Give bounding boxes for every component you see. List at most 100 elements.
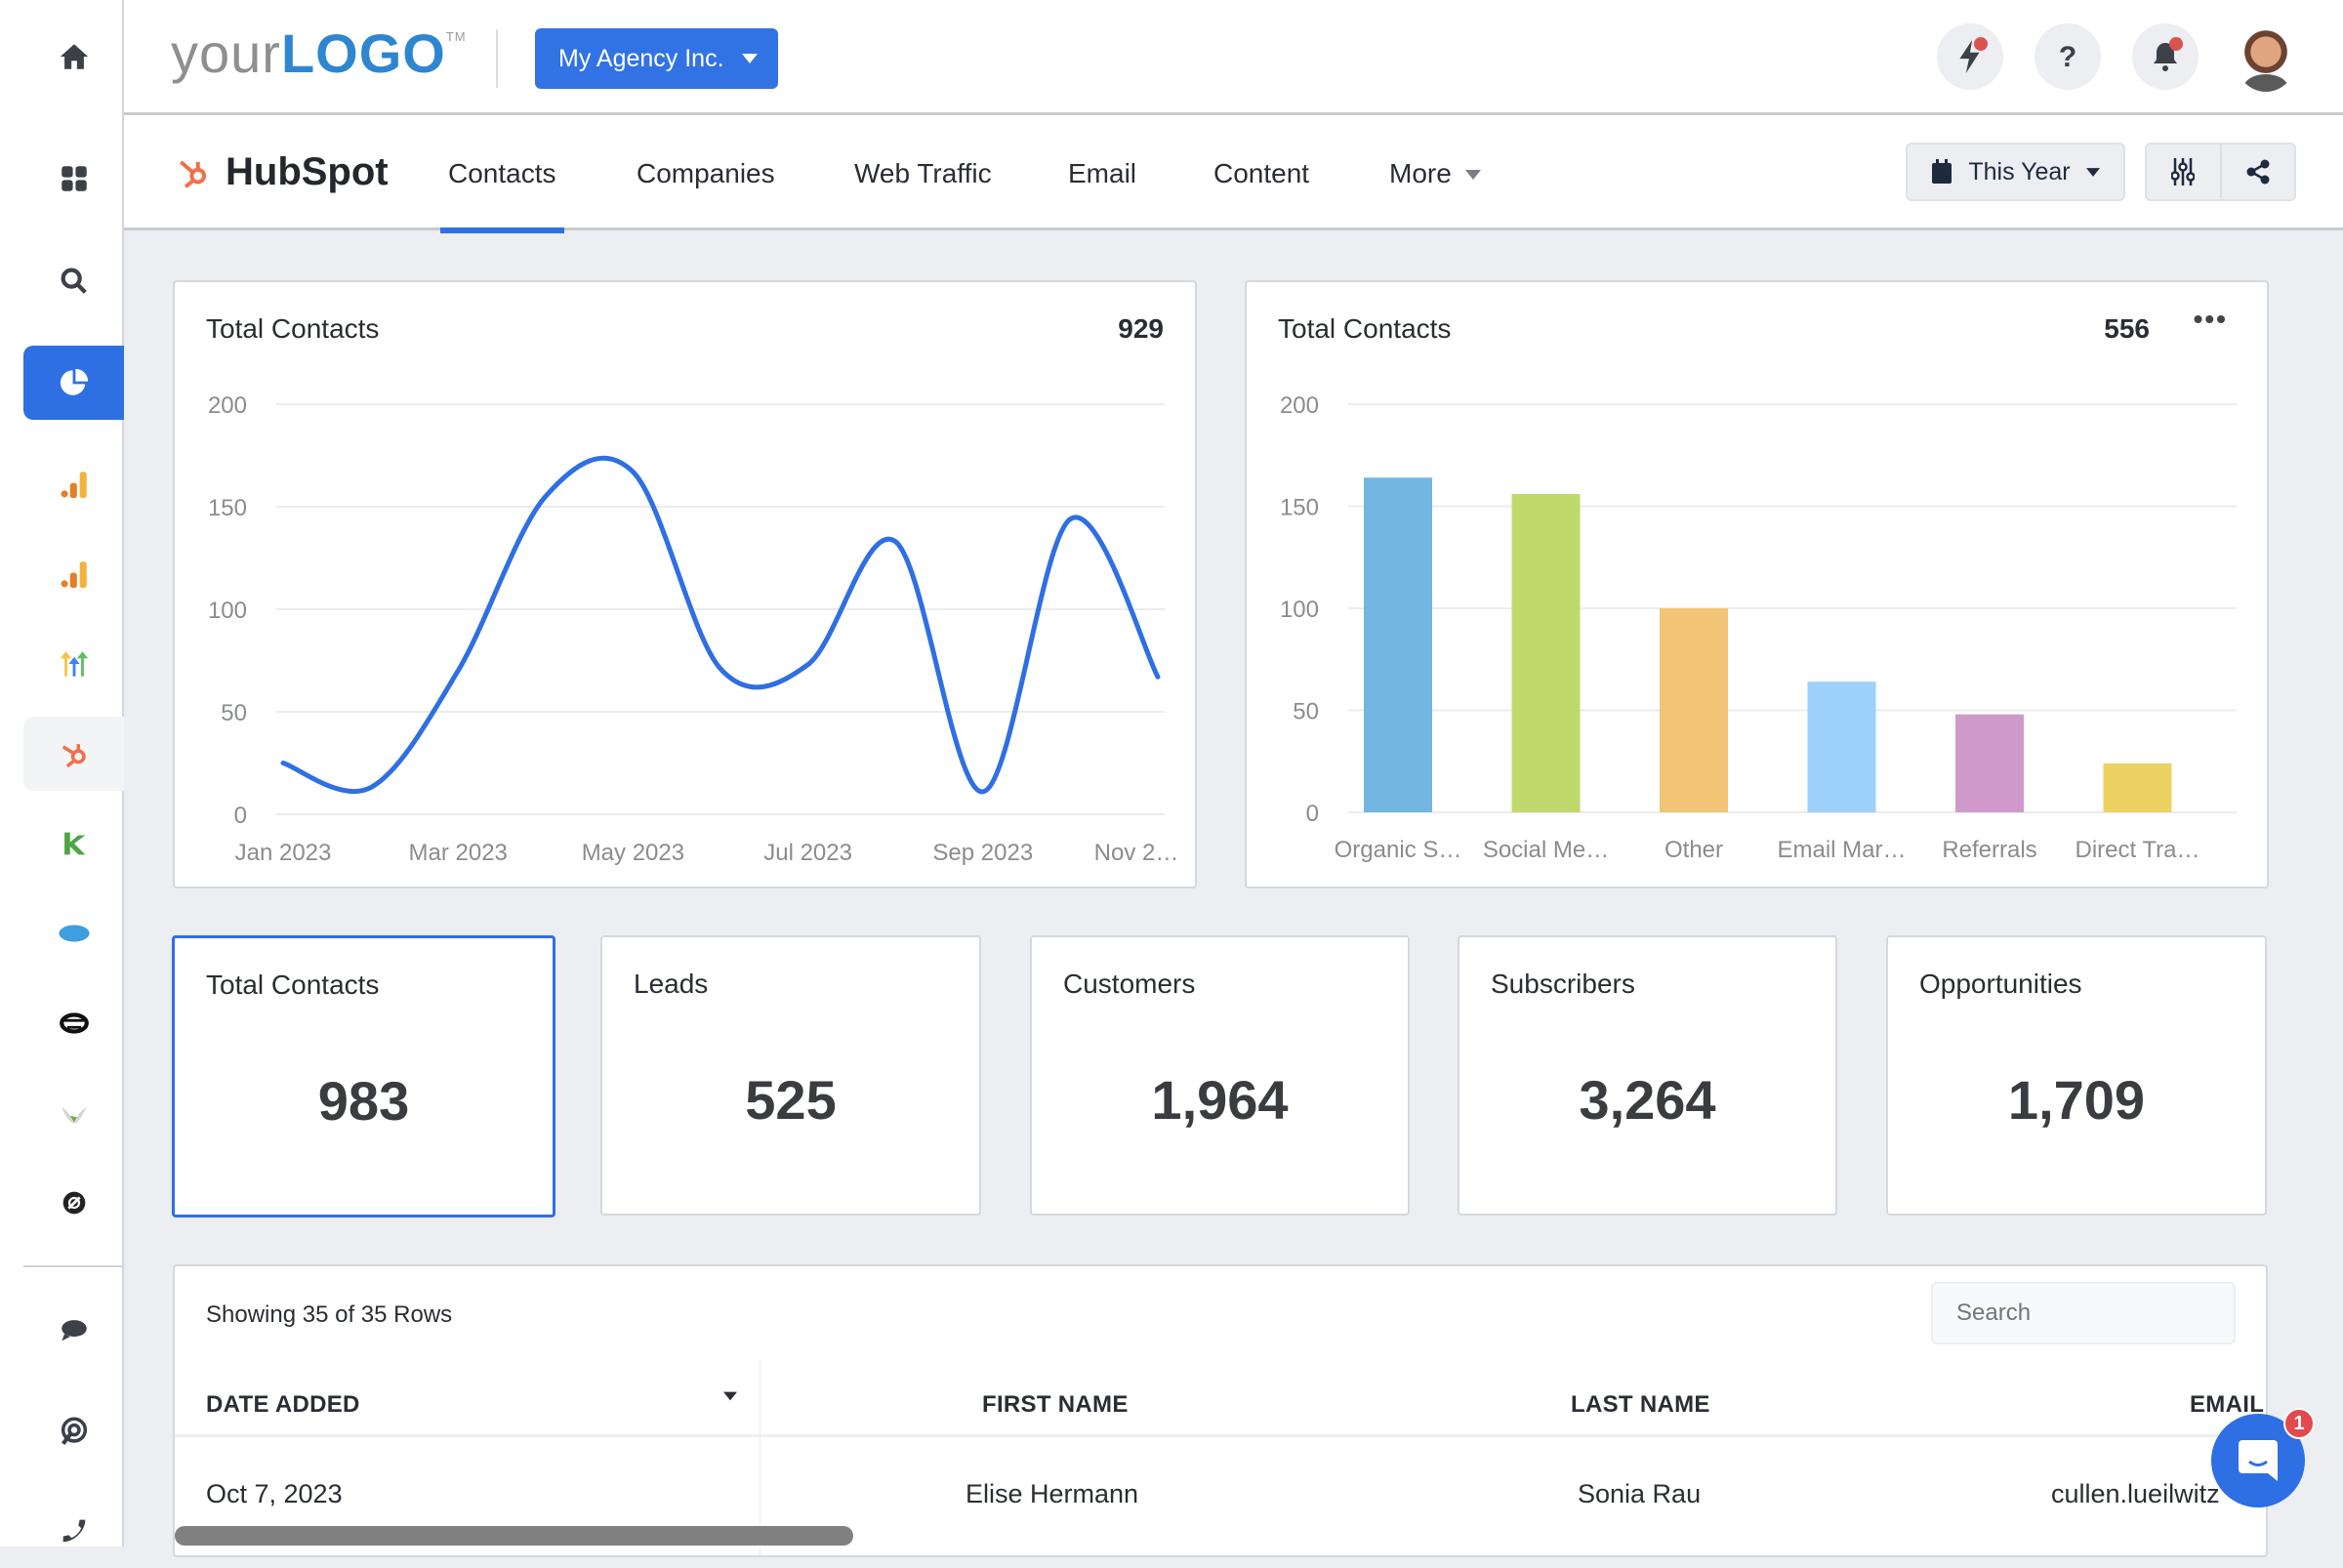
- column-header-first-name[interactable]: FIRST NAME: [982, 1391, 1129, 1419]
- logo: yourLOGOTM: [171, 22, 467, 84]
- chat-badge: 1: [2283, 1408, 2315, 1439]
- sort-desc-icon[interactable]: [723, 1391, 737, 1401]
- agency-select[interactable]: My Agency Inc.: [535, 28, 778, 89]
- y-tick-label: 200: [1280, 392, 1319, 419]
- logo-leaf-icon[interactable]: [23, 1076, 124, 1150]
- line-chart: 0 50 100 150 200 Jan 2023 Mar 2023 May 2023 Jul …: [208, 392, 1179, 866]
- x-tick-label: Sep 2023: [932, 840, 1033, 866]
- kpi-value: 1,709: [2007, 1069, 2146, 1131]
- sliders-icon: [2171, 158, 2196, 186]
- caret-down-icon: [2085, 167, 2100, 177]
- logo-tm: TM: [445, 29, 467, 44]
- x-tick-label: Social Me…: [1483, 837, 1609, 863]
- sidebar-divider: [23, 1265, 124, 1267]
- google-ads-icon[interactable]: [23, 627, 124, 701]
- y-tick-label: 0: [234, 803, 247, 829]
- column-header-date-added[interactable]: DATE ADDED: [206, 1391, 360, 1419]
- top-bar: yourLOGOTM My Agency Inc. ?: [124, 0, 2343, 115]
- horizontal-scrollbar[interactable]: [175, 1526, 853, 1546]
- logo-icon[interactable]: [23, 986, 124, 1060]
- chat-widget-button[interactable]: 1: [2211, 1408, 2315, 1507]
- klaviyo-icon[interactable]: [23, 806, 124, 881]
- google-analytics-4-icon[interactable]: [23, 537, 124, 611]
- notification-dot: [2169, 37, 2183, 51]
- agency-select-label: My Agency Inc.: [558, 44, 724, 72]
- tab-web-traffic[interactable]: Web Traffic: [854, 158, 992, 230]
- line-chart-card: Total Contacts 929 0 50 100 150 200 Jan 2023 M…: [173, 280, 1197, 888]
- tab-companies[interactable]: Companies: [637, 158, 775, 230]
- tab-email[interactable]: Email: [1068, 158, 1136, 230]
- tab-content[interactable]: Content: [1213, 158, 1309, 230]
- home-icon[interactable]: [23, 20, 124, 94]
- bar: [1511, 493, 1581, 812]
- share-button[interactable]: [2219, 144, 2295, 199]
- caret-down-icon: [1464, 170, 1481, 180]
- chart-controls: [2145, 143, 2296, 201]
- avatar[interactable]: [2236, 27, 2296, 92]
- circle-logo-icon[interactable]: [23, 1166, 124, 1240]
- y-tick-label: 0: [1306, 801, 1319, 827]
- tab-more-label: More: [1389, 158, 1452, 188]
- sidebar: [0, 0, 124, 1547]
- tab-contacts[interactable]: Contacts: [440, 158, 563, 233]
- help-button[interactable]: ?: [2035, 23, 2101, 90]
- bar: [1660, 608, 1728, 812]
- search-input[interactable]: [1931, 1282, 2236, 1344]
- x-tick-label: Jan 2023: [235, 840, 332, 866]
- notifications-button[interactable]: [2132, 23, 2199, 90]
- kpi-subscribers[interactable]: Subscribers 3,264: [1458, 935, 1837, 1216]
- row-count: Showing 35 of 35 Rows: [206, 1301, 453, 1328]
- kpi-label: Total Contacts: [206, 970, 380, 1000]
- x-tick-label: Email Mar…: [1777, 837, 1906, 863]
- kpi-leads[interactable]: Leads 525: [600, 935, 981, 1216]
- sub-nav: HubSpot Contacts Companies Web Traffic E…: [124, 115, 2343, 233]
- search-icon[interactable]: [23, 244, 124, 318]
- date-range-select[interactable]: This Year: [1906, 143, 2125, 201]
- kpi-label: Customers: [1063, 969, 1196, 999]
- brand-name: HubSpot: [226, 150, 389, 193]
- y-tick-label: 150: [208, 495, 247, 521]
- kpi-total-contacts[interactable]: Total Contacts 983: [172, 935, 555, 1217]
- kpi-value: 525: [745, 1069, 837, 1131]
- support-icon[interactable]: [23, 1394, 124, 1468]
- column-header-last-name[interactable]: LAST NAME: [1571, 1391, 1710, 1419]
- tab-more[interactable]: More: [1389, 158, 1481, 230]
- hubspot-icon: [180, 159, 207, 188]
- divider: [496, 29, 498, 88]
- x-tick-label: Direct Tra…: [2075, 837, 2199, 863]
- contacts-table: Showing 35 of 35 Rows DATE ADDED FIRST N…: [173, 1264, 2268, 1557]
- bar: [2103, 763, 2172, 812]
- kpi-value: 3,264: [1579, 1069, 1716, 1131]
- x-tick-label: Other: [1665, 837, 1723, 863]
- phone-icon[interactable]: [23, 1494, 124, 1568]
- x-tick-label: Nov 2…: [1094, 840, 1179, 866]
- series-line: [280, 455, 1161, 795]
- cell-email: cullen.lueilwitz: [2051, 1479, 2220, 1508]
- chat-widget-icon: [2239, 1440, 2278, 1481]
- kpi-customers[interactable]: Customers 1,964: [1030, 935, 1410, 1216]
- salesforce-icon[interactable]: [23, 896, 124, 970]
- kpi-value: 1,964: [1151, 1069, 1289, 1131]
- caret-down-icon: [741, 54, 758, 63]
- hubspot-brand: HubSpot: [175, 150, 389, 194]
- grid-icon[interactable]: [23, 142, 124, 216]
- chat-icon[interactable]: [23, 1293, 124, 1367]
- pie-chart-icon[interactable]: [23, 346, 124, 420]
- y-tick-label: 100: [1280, 597, 1319, 623]
- help-icon: ?: [2059, 41, 2076, 72]
- date-range-label: This Year: [1968, 157, 2071, 186]
- kpi-opportunities[interactable]: Opportunities 1,709: [1886, 935, 2267, 1216]
- x-tick-label: Jul 2023: [763, 840, 852, 866]
- x-tick-label: Organic S…: [1335, 837, 1462, 863]
- cell-last-name: Sonia Rau: [1578, 1479, 1702, 1508]
- y-tick-label: 50: [1293, 699, 1319, 725]
- bar: [1807, 681, 1876, 812]
- filter-settings-button[interactable]: [2147, 144, 2220, 199]
- google-analytics-icon[interactable]: [23, 447, 124, 521]
- y-tick-label: 50: [221, 700, 247, 726]
- hubspot-icon[interactable]: [23, 717, 124, 791]
- share-icon: [2246, 159, 2270, 185]
- x-tick-label: Mar 2023: [409, 840, 508, 866]
- lightning-button[interactable]: [1937, 23, 2003, 90]
- kpi-value: 983: [317, 1070, 410, 1132]
